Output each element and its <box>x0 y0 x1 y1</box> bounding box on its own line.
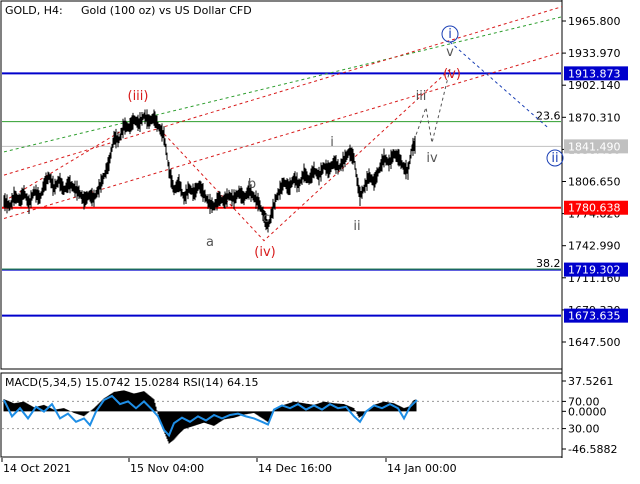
indicator-label: MACD(5,34,5) 15.0742 15.0284 RSI(14) 64.… <box>5 376 258 389</box>
wave-label-gray: iii <box>416 89 427 104</box>
fib-level-label: 38.2 <box>536 257 561 270</box>
indicator-axis: 37.526170.000.000030.00-46.5882 <box>562 375 617 456</box>
wave-label-gray: b <box>248 177 256 192</box>
chart-canvas[interactable]: 23.638.2 (iii)(iv)(v)abciiiiiiivviii 196… <box>0 0 640 480</box>
upper-trend-line <box>3 6 563 176</box>
instrument-description: Gold (100 oz) vs US Dollar CFD <box>81 4 252 17</box>
forecast-line <box>449 41 549 129</box>
price-tick-label: 1965.800 <box>568 15 621 28</box>
wave-label-red: (v) <box>443 67 461 82</box>
wave-label-gray: a <box>206 235 214 250</box>
trend-lines <box>3 6 563 242</box>
level-tag-label: 1780.638 <box>568 202 621 215</box>
wave-label-gray: v <box>446 45 454 60</box>
symbol-timeframe: GOLD, H4: <box>5 4 63 17</box>
price-tick-label: 1806.650 <box>568 176 621 189</box>
price-tick-label: 1870.310 <box>568 111 621 124</box>
time-tick-label: 14 Dec 16:00 <box>258 462 332 475</box>
wave-label-red: (iv) <box>254 245 275 260</box>
wave-path-red <box>3 68 451 242</box>
wave-label-gray: iv <box>426 151 438 166</box>
wave-label-red: (iii) <box>128 89 149 104</box>
indicator-tick-label: 0.0000 <box>568 405 607 418</box>
level-tag-label: 1913.873 <box>568 67 621 80</box>
wave-label-gray: ii <box>353 219 360 234</box>
price-axis: 1965.8001933.9701902.1401870.3101838.480… <box>562 15 621 349</box>
price-tick-label: 1742.990 <box>568 240 621 253</box>
time-tick-label: 14 Oct 2021 <box>3 462 71 475</box>
wave-labels: (iii)(iv)(v)abciiiiiiivviii <box>128 25 564 260</box>
price-tick-label: 1647.500 <box>568 336 621 349</box>
time-tick-label: 15 Nov 04:00 <box>130 462 204 475</box>
indicator-tick-label: 30.00 <box>568 423 600 436</box>
price-tick-label: 1902.140 <box>568 79 621 92</box>
wave-label-gray: i <box>330 135 334 150</box>
wave-label-blue: ii <box>551 151 558 166</box>
indicator-tick-label: -46.5882 <box>568 443 617 456</box>
wave-label-gray: c <box>262 211 269 226</box>
indicator-series <box>2 390 561 444</box>
indicator-tick-label: 37.5261 <box>568 375 614 388</box>
fib-level-label: 23.6 <box>536 110 561 123</box>
price-series <box>3 109 416 233</box>
trading-chart[interactable]: 23.6 38.2 (iii) (iv) (v) a b c i ii iii iv v i ii 196… <box>0 0 640 480</box>
wave-label-blue: i <box>448 27 452 42</box>
time-tick-label: 14 Jan 00:00 <box>387 462 457 475</box>
time-axis: 14 Oct 2021 15 Nov 04:00 14 Dec 16:00 14 Ja… <box>1 458 457 475</box>
upper-channel-line <box>3 16 563 153</box>
level-tag-label: 1719.302 <box>568 264 621 277</box>
price-tick-label: 1933.970 <box>568 47 621 60</box>
level-tag-label: 1841.490 <box>568 140 621 153</box>
level-tag-label: 1673.635 <box>568 310 621 323</box>
